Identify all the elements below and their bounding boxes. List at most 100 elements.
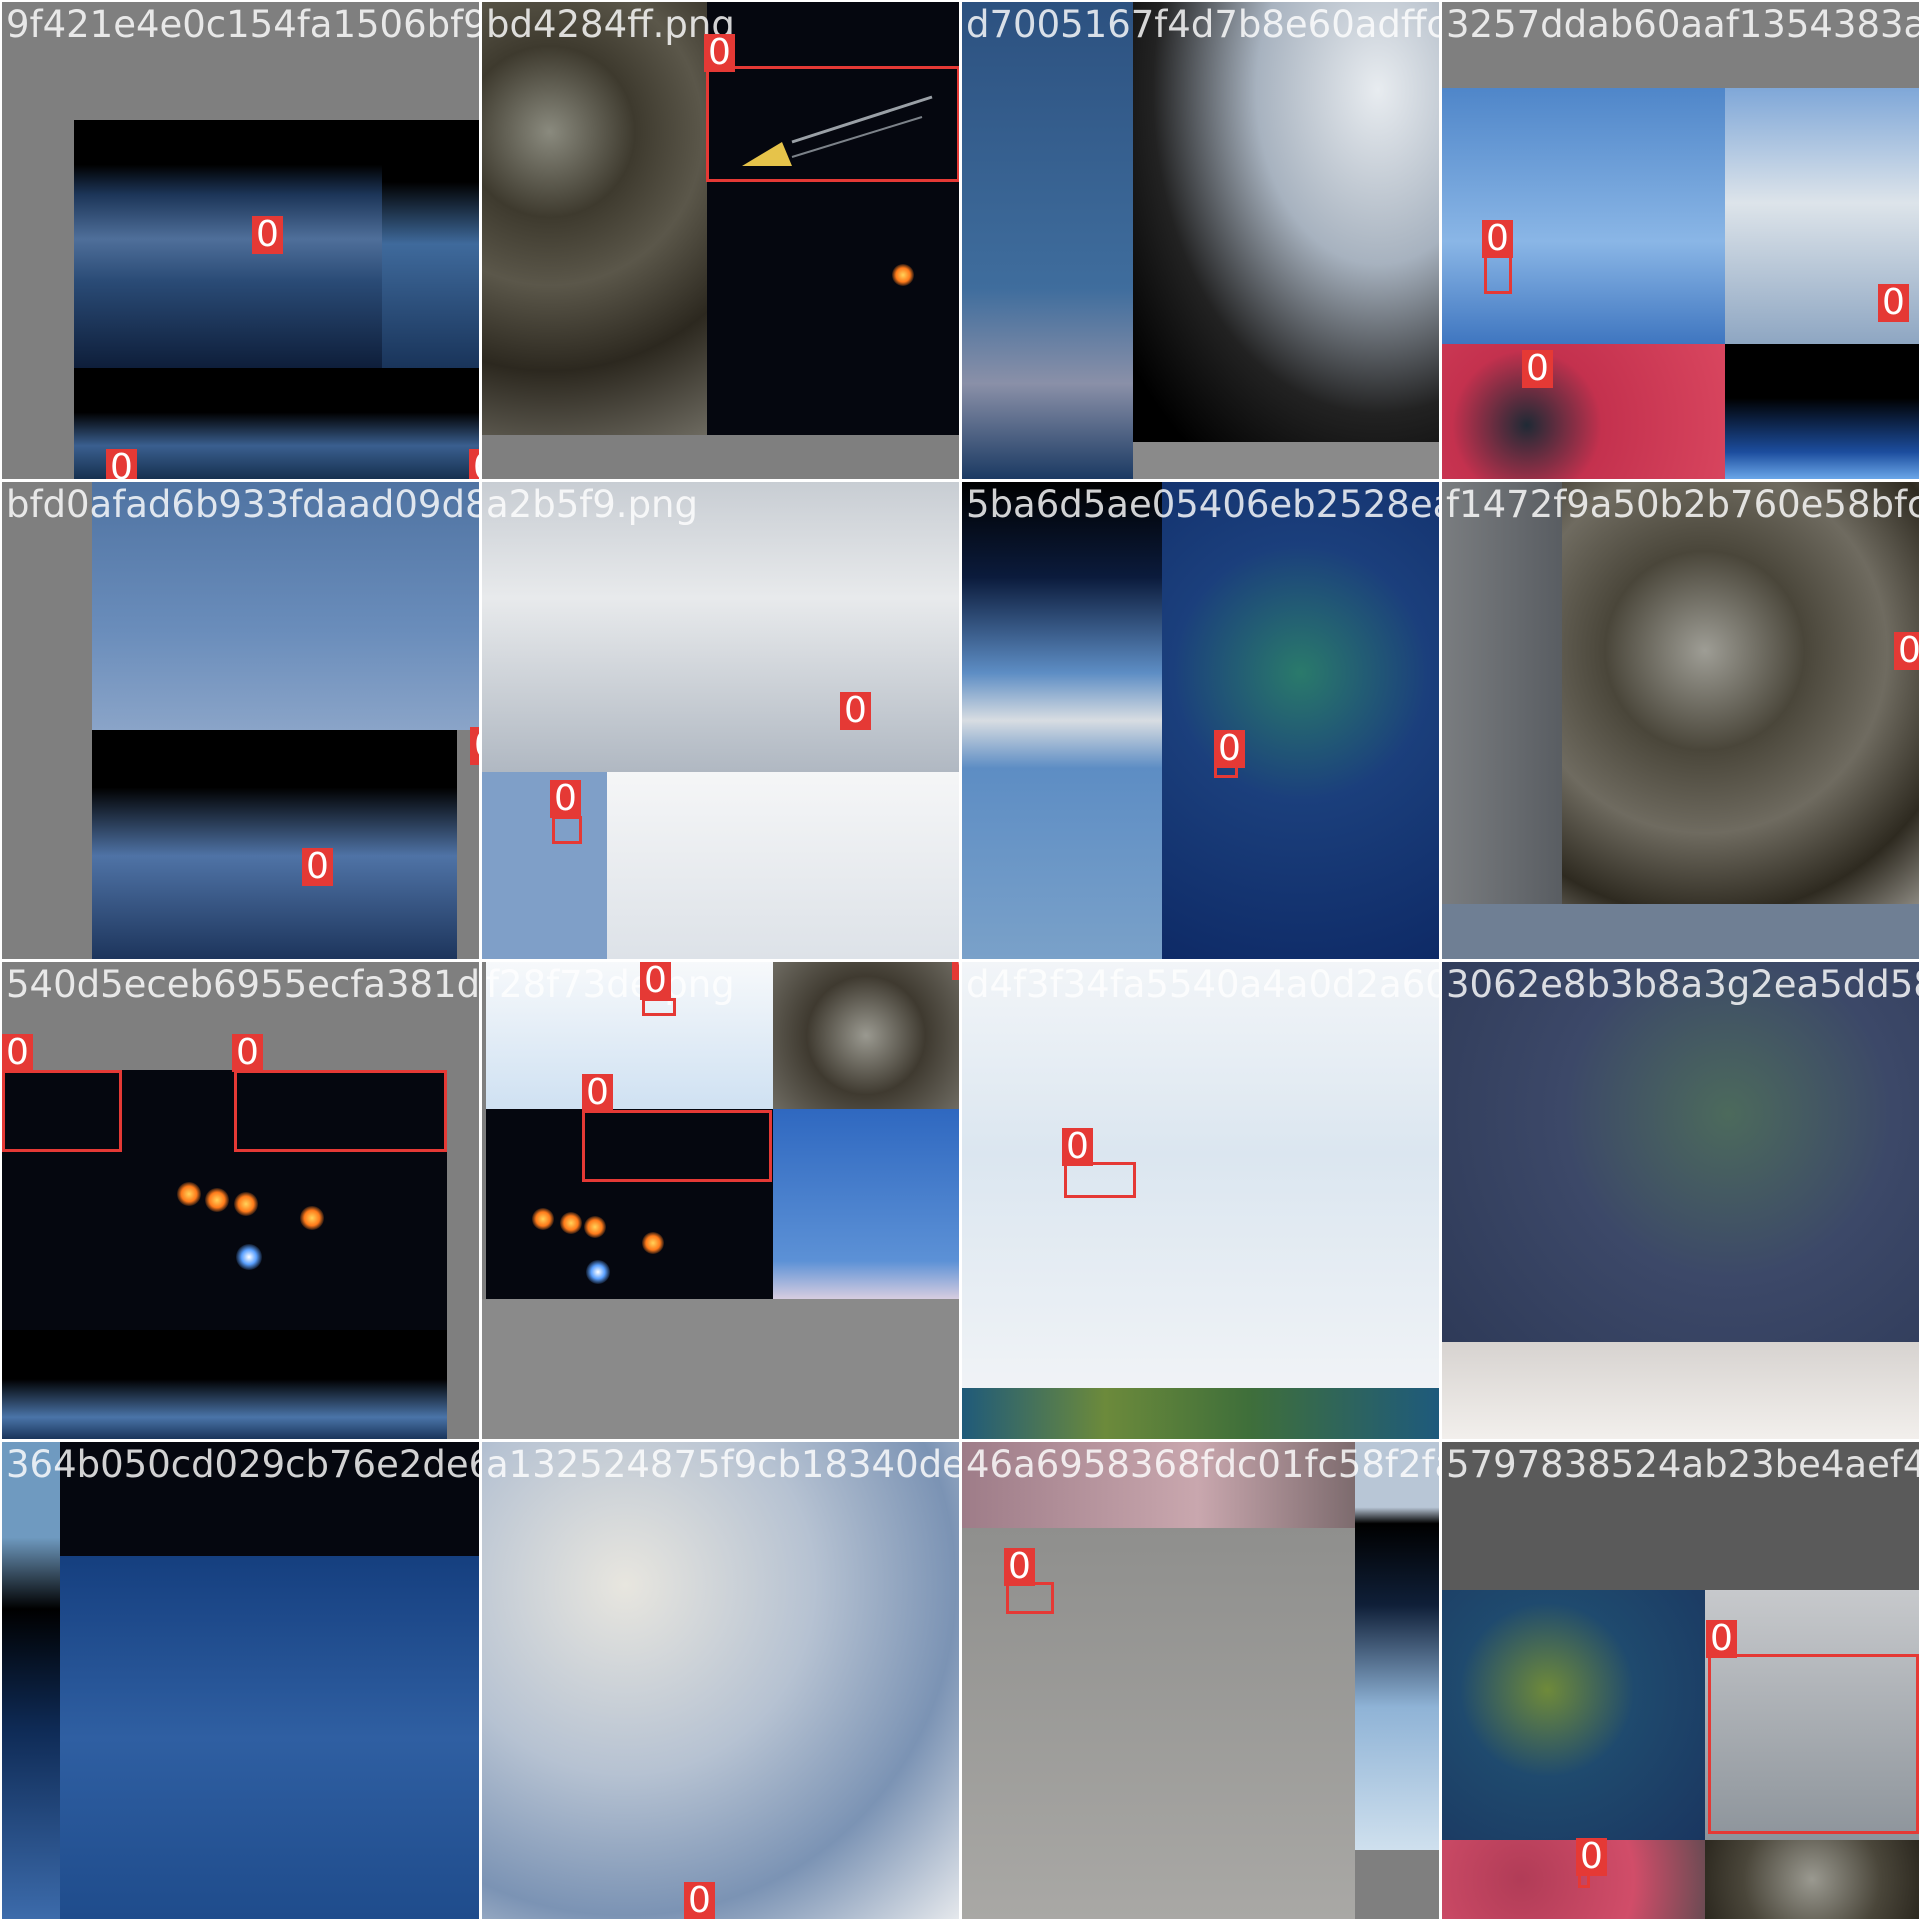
ocean-bloom-image <box>1162 482 1439 959</box>
horizon-image <box>2 1442 60 1919</box>
tile-filename: bd4284ff.png <box>486 3 735 46</box>
red-star <box>532 1208 554 1230</box>
earth-horizon-image <box>382 120 479 368</box>
ocean-image <box>962 2 1133 479</box>
ocean-bloom-image <box>1442 1590 1705 1840</box>
tile-16: 5797838524ab23be4aef4800c 0 0 <box>1442 1442 1919 1919</box>
mosaic-grid: 9f421e4e0c154fa1506bf9194b42862ff19.png … <box>0 0 1920 1920</box>
detection-label: 0 <box>550 780 581 818</box>
detection-label: 0 <box>704 34 735 72</box>
detection-label: 0 <box>1214 730 1245 768</box>
mountain-terrain-image <box>482 2 707 435</box>
tile-filename: 3257ddab60aaf1354383a944 <box>1446 3 1919 46</box>
object-bounding-box <box>552 816 582 844</box>
tile-3: d7005167f4d7b8e60adffcd3257d1a26.png <box>962 2 1439 479</box>
detection-label: 0 <box>1004 1548 1035 1586</box>
tile-filename: 3062e8b3b8a3g2ea5dd5876b <box>1446 963 1919 1006</box>
tile-10: f28f73de.png 0 0 0 <box>482 962 959 1439</box>
detection-label: 0 <box>302 848 333 886</box>
satellite-bounding-box <box>1708 1654 1919 1834</box>
tile-filename: a2b5f9.png <box>486 483 698 526</box>
sky-image <box>482 772 607 959</box>
satellite-bounding-box <box>2 1070 122 1152</box>
mountain-terrain-image <box>1562 482 1919 904</box>
tile-filename: 9f421e4e0c154fa1506bf9194b42862ff19.png <box>6 3 479 46</box>
coastline-image <box>962 1388 1439 1439</box>
detection-label: 0 <box>840 692 871 730</box>
tile-filename: 364b050cd029cb76e2de6396 <box>6 1443 479 1486</box>
satellite-bounding-box <box>582 1110 772 1182</box>
horizon-image <box>1725 344 1919 479</box>
sky-image <box>773 1109 959 1299</box>
detection-label: 0 <box>252 216 283 254</box>
red-star <box>177 1182 201 1206</box>
red-star <box>560 1212 582 1234</box>
padding <box>482 435 959 479</box>
tile-filename: d7005167f4d7b8e60adffcd3257d1a26.png <box>966 3 1439 46</box>
tile-13: 364b050cd029cb76e2de6396 <box>2 1442 479 1919</box>
gray-surface-image <box>1442 482 1562 904</box>
detection-label: 0 <box>684 1882 715 1919</box>
tile-15: 46a6958368fdc01fc58f2fa6 0 <box>962 1442 1439 1919</box>
detection-label: 0 <box>1482 220 1513 258</box>
detection-label: 0 <box>470 727 479 765</box>
satellite-bounding-box <box>234 1070 447 1152</box>
horizon-image <box>1355 1442 1439 1850</box>
tile-filename: d4f3f34fa5540a4a0d2a60a <box>966 963 1439 1006</box>
tile-9: 540d5eceb6955ecfa381d90d 0 0 <box>2 962 479 1439</box>
tile-6: a2b5f9.png 0 0 <box>482 482 959 959</box>
bright-clouds-image <box>607 772 959 959</box>
detection-label: 0 <box>582 1074 613 1112</box>
ocean-image <box>60 1556 479 1919</box>
tile-filename: 46a6958368fdc01fc58f2fa6 <box>966 1443 1439 1486</box>
mountain-terrain-image <box>1705 1840 1919 1919</box>
red-star <box>300 1206 324 1230</box>
tile-4: 3257ddab60aaf1354383a944 0 0 0 <box>1442 2 1919 479</box>
clouds-image <box>482 1442 959 1919</box>
detection-label: 0 <box>1706 1620 1737 1658</box>
blue-star <box>236 1244 262 1270</box>
red-terrain-image <box>1442 1840 1705 1919</box>
tile-5: bfd0afad6b933fdaad09d84c0d4a2b5f9.png 0 … <box>2 482 479 959</box>
cloudy-earth-image <box>1133 2 1439 442</box>
clouds-image <box>1442 1342 1919 1439</box>
detection-label: 0 <box>1878 284 1909 322</box>
tile-filename: 5797838524ab23be4aef4800c <box>1446 1443 1919 1486</box>
tile-11: d4f3f34fa5540a4a0d2a60a 0 <box>962 962 1439 1439</box>
detection-label: 0 <box>1576 1838 1607 1876</box>
tile-filename: bfd0afad6b933fdaad09d84c0d4a2b5f9.png <box>6 483 479 526</box>
detection-label: 0 <box>952 962 959 980</box>
red-terrain-image <box>1442 344 1725 479</box>
tile-12: 3062e8b3b8a3g2ea5dd5876b <box>1442 962 1919 1439</box>
earth-horizon-image <box>92 730 457 959</box>
tile-filename: f28f73de.png <box>486 963 735 1006</box>
tile-2: bd4284ff.png 0 <box>482 2 959 479</box>
detection-label: 0 <box>640 962 671 1000</box>
starfield-image <box>707 162 959 435</box>
padding <box>1133 442 1439 479</box>
detection-label: 0 <box>106 449 137 479</box>
padding <box>482 1299 959 1439</box>
red-star <box>642 1232 664 1254</box>
tile-filename: f1472f9a50b2b760e58bfc612 <box>1446 483 1919 526</box>
detection-label: 0 <box>232 1034 263 1072</box>
red-star <box>584 1216 606 1238</box>
detection-label: 0 <box>469 449 479 479</box>
tile-filename: 540d5eceb6955ecfa381d90d <box>6 963 479 1006</box>
sky-clouds-image <box>1442 88 1725 344</box>
padding <box>1442 904 1919 959</box>
ocean-bloom-image <box>1442 962 1919 1342</box>
mountain-terrain-image <box>773 962 959 1109</box>
satellite-bounding-box <box>1064 1162 1136 1198</box>
tile-1: 9f421e4e0c154fa1506bf9194b42862ff19.png … <box>2 2 479 479</box>
tile-filename: 5ba6d5ae05406eb2528ea9d <box>966 483 1439 526</box>
earth-horizon-image <box>2 1330 447 1439</box>
detection-label: 0 <box>1522 350 1553 388</box>
tile-7: 5ba6d5ae05406eb2528ea9d 0 <box>962 482 1439 959</box>
red-star <box>892 264 914 286</box>
detection-label: 0 <box>1062 1128 1093 1166</box>
satellite-bounding-box <box>706 66 959 182</box>
detection-label: 0 <box>2 1034 33 1072</box>
red-star <box>234 1192 258 1216</box>
tile-14: a132524875f9cb18340dec4 0 <box>482 1442 959 1919</box>
